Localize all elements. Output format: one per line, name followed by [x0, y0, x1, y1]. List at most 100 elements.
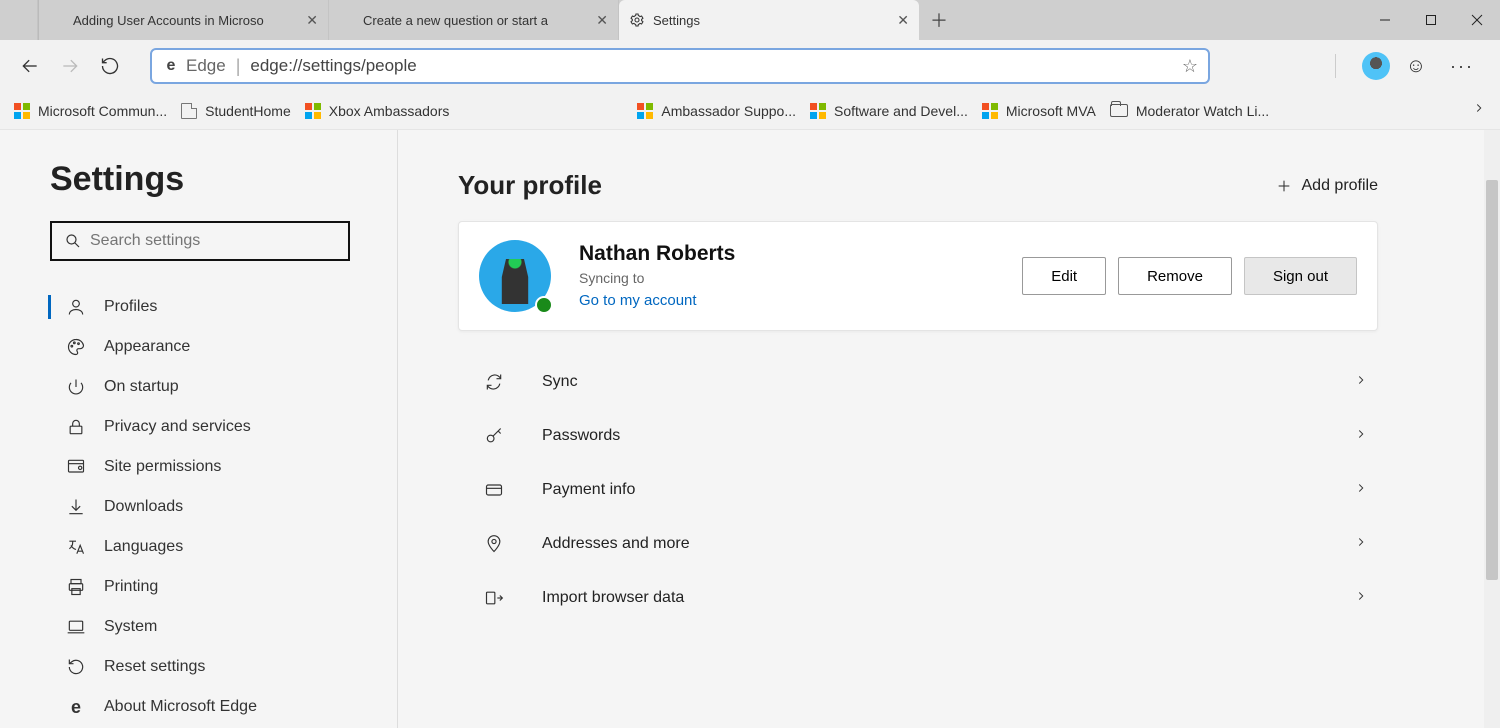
folder-icon — [1110, 104, 1128, 117]
lock-icon — [66, 417, 86, 437]
address-bar[interactable]: e Edge | edge://settings/people ☆ — [150, 48, 1210, 84]
page-icon — [181, 103, 197, 119]
close-tab-icon[interactable]: ✕ — [889, 12, 909, 29]
sync-status-badge — [535, 296, 553, 314]
row-passwords[interactable]: Passwords — [458, 409, 1378, 463]
chevron-right-icon — [1354, 427, 1368, 446]
sidebar-item-about[interactable]: e About Microsoft Edge — [50, 689, 371, 725]
sidebar-item-sitepermissions[interactable]: Site permissions — [50, 449, 371, 485]
key-icon — [484, 426, 528, 446]
favorite-link[interactable]: Microsoft Commun... — [14, 103, 167, 119]
favorite-link[interactable]: Ambassador Suppo... — [637, 103, 796, 119]
chevron-right-icon — [1354, 481, 1368, 500]
sidebar-item-downloads[interactable]: Downloads — [50, 489, 371, 525]
chevron-right-icon — [1354, 535, 1368, 554]
sidebar-item-languages[interactable]: Languages — [50, 529, 371, 565]
location-icon — [484, 534, 528, 554]
new-tab-button[interactable]: ＋ — [919, 0, 959, 40]
power-icon — [66, 377, 86, 397]
back-button[interactable] — [10, 46, 50, 86]
search-icon — [64, 232, 82, 250]
sync-icon — [484, 372, 528, 392]
tab-title: Settings — [653, 13, 700, 28]
favorite-link[interactable]: StudentHome — [181, 103, 291, 119]
browser-tab-0[interactable]: Adding User Accounts in Microso ✕ — [39, 0, 329, 40]
profile-avatar — [479, 240, 551, 312]
favorite-link[interactable]: Microsoft MVA — [982, 103, 1096, 119]
profile-avatar-button[interactable] — [1362, 52, 1390, 80]
microsoft-logo-icon — [11, 12, 27, 28]
plus-icon — [1276, 178, 1292, 194]
permissions-icon — [66, 457, 86, 477]
settings-sidebar: Settings Profiles Appearance On startup … — [0, 130, 398, 728]
content-area: Settings Profiles Appearance On startup … — [0, 130, 1500, 728]
titlebar: Adding User Accounts in Microso ✕ Create… — [0, 0, 1500, 40]
settings-search-box[interactable] — [50, 221, 350, 261]
favorites-bar: Microsoft Commun... StudentHome Xbox Amb… — [0, 92, 1500, 130]
forward-button[interactable] — [50, 46, 90, 86]
settings-title: Settings — [50, 160, 371, 199]
person-icon — [66, 297, 86, 317]
printer-icon — [66, 577, 86, 597]
card-icon — [484, 480, 528, 500]
window-maximize-button[interactable] — [1408, 0, 1454, 40]
scrollbar-thumb[interactable] — [1486, 180, 1498, 580]
sidebar-item-profiles[interactable]: Profiles — [50, 289, 371, 325]
page-heading: Your profile — [458, 170, 602, 201]
microsoft-logo-icon — [810, 103, 826, 119]
reset-icon — [66, 657, 86, 677]
profile-settings-list: Sync Passwords Payment info Addresses an… — [458, 355, 1378, 625]
favorite-link[interactable]: Software and Devel... — [810, 103, 968, 119]
import-icon — [484, 588, 528, 608]
signout-button[interactable]: Sign out — [1244, 257, 1357, 295]
favorite-link[interactable]: Xbox Ambassadors — [305, 103, 450, 119]
sidebar-item-printing[interactable]: Printing — [50, 569, 371, 605]
window-minimize-button[interactable] — [1362, 0, 1408, 40]
sidebar-item-system[interactable]: System — [50, 609, 371, 645]
sidebar-item-privacy[interactable]: Privacy and services — [50, 409, 371, 445]
microsoft-logo-icon — [305, 103, 321, 119]
go-to-account-link[interactable]: Go to my account — [579, 292, 697, 309]
gear-icon — [629, 12, 645, 28]
favorite-star-icon[interactable]: ☆ — [1182, 56, 1198, 77]
sidebar-item-reset[interactable]: Reset settings — [50, 649, 371, 685]
palette-icon — [66, 337, 86, 357]
vertical-scrollbar[interactable] — [1484, 130, 1500, 728]
feedback-smiley-button[interactable]: ☺ — [1396, 46, 1436, 86]
language-icon — [66, 537, 86, 557]
remove-profile-button[interactable]: Remove — [1118, 257, 1232, 295]
profile-card: Nathan Roberts Syncing to Go to my accou… — [458, 221, 1378, 331]
favorites-overflow-button[interactable] — [1472, 101, 1486, 120]
microsoft-logo-icon — [982, 103, 998, 119]
edit-profile-button[interactable]: Edit — [1022, 257, 1106, 295]
tab-title: Create a new question or start a — [363, 13, 548, 28]
download-icon — [66, 497, 86, 517]
add-profile-button[interactable]: Add profile — [1276, 177, 1379, 195]
favorite-link[interactable]: Moderator Watch Li... — [1110, 103, 1269, 119]
microsoft-logo-icon — [49, 12, 65, 28]
microsoft-logo-icon — [637, 103, 653, 119]
tab-favicon-slot — [0, 0, 38, 40]
settings-search-input[interactable] — [90, 232, 336, 250]
row-payment[interactable]: Payment info — [458, 463, 1378, 517]
row-addresses[interactable]: Addresses and more — [458, 517, 1378, 571]
refresh-button[interactable] — [90, 46, 130, 86]
tab-title: Adding User Accounts in Microso — [73, 13, 264, 28]
profile-sync-status: Syncing to — [579, 270, 735, 286]
row-sync[interactable]: Sync — [458, 355, 1378, 409]
sidebar-item-appearance[interactable]: Appearance — [50, 329, 371, 365]
window-close-button[interactable] — [1454, 0, 1500, 40]
laptop-icon — [66, 617, 86, 637]
settings-main: Your profile Add profile Nathan Roberts … — [398, 130, 1500, 728]
close-tab-icon[interactable]: ✕ — [298, 12, 318, 29]
menu-button[interactable]: ··· — [1442, 46, 1482, 86]
browser-tab-1[interactable]: Create a new question or start a ✕ — [329, 0, 619, 40]
sidebar-item-onstartup[interactable]: On startup — [50, 369, 371, 405]
profile-name: Nathan Roberts — [579, 242, 735, 266]
chevron-right-icon — [1354, 589, 1368, 608]
edge-logo-icon: e — [162, 57, 180, 75]
close-tab-icon[interactable]: ✕ — [588, 12, 608, 29]
browser-tab-2[interactable]: Settings ✕ — [619, 0, 919, 40]
row-import[interactable]: Import browser data — [458, 571, 1378, 625]
url-text: edge://settings/people — [250, 56, 416, 76]
